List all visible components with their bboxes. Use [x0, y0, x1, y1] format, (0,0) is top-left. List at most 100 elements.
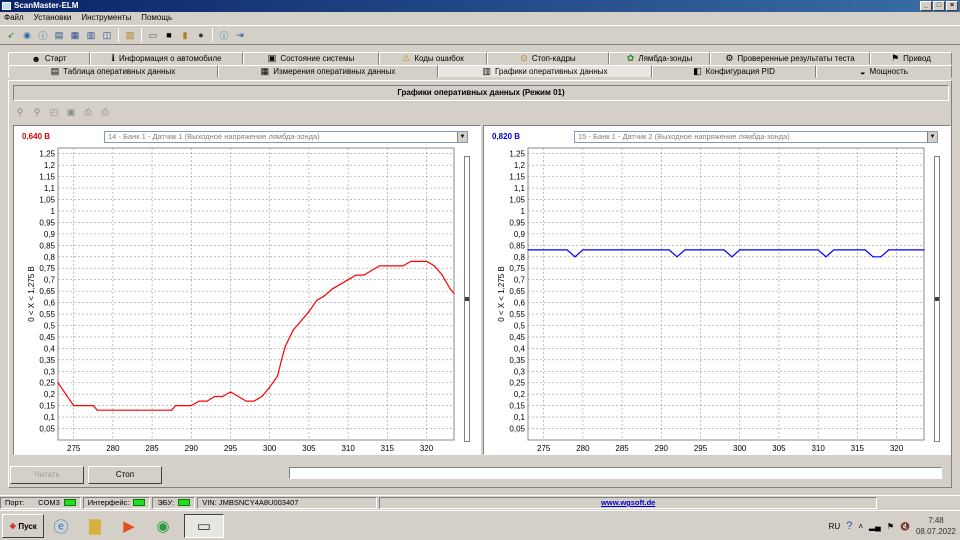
battery-icon[interactable]: ▮	[178, 28, 192, 42]
y-tick-label: 0,45	[509, 333, 525, 342]
close-button[interactable]: ×	[946, 1, 958, 11]
chat-icon[interactable]: ▭	[146, 28, 160, 42]
start-button[interactable]: ❖ Пуск	[2, 514, 44, 538]
y-tick-label: 0,25	[39, 379, 55, 388]
data-point	[833, 249, 835, 251]
tab-test-results[interactable]: ⚙ Проверенные результаты теста	[710, 52, 870, 65]
stop-button[interactable]: Стоп	[88, 466, 162, 484]
data-point	[316, 299, 318, 301]
scroll-thumb[interactable]	[465, 297, 469, 301]
data-point	[566, 249, 568, 251]
chevron-down-icon[interactable]: ▼	[457, 132, 467, 142]
vehicle-info-icon[interactable]: ⓘ	[36, 28, 50, 42]
tab-label: Мощность	[869, 67, 908, 76]
grid-icon[interactable]: ▦	[68, 28, 82, 42]
menu-tools[interactable]: Инструменты	[81, 12, 131, 24]
tab-drive[interactable]: ⚑ Привод	[870, 52, 952, 65]
tab-system-status[interactable]: ▣ Состояние системы	[243, 52, 379, 65]
x-tick-label: 315	[381, 444, 395, 453]
read-button[interactable]: Читать	[10, 466, 84, 484]
tab-o2-sensors[interactable]: ✿ Лямбда-зонды	[609, 52, 710, 65]
menu-settings[interactable]: Установки	[34, 12, 72, 24]
tab-vehicle-info[interactable]: ℹ Информация о автомобиле	[90, 52, 243, 65]
tab-power[interactable]: ◒ Мощность	[816, 65, 952, 78]
website-link[interactable]: www.wgsoft.de	[601, 498, 655, 507]
tab-label: Лямбда-зонды	[638, 54, 693, 63]
remove-filter-icon[interactable]: ⚲	[30, 105, 44, 119]
tab-live-data-table[interactable]: ▤ Таблица оперативных данных	[8, 65, 218, 78]
scanmaster-taskbar-icon[interactable]: ▭	[184, 514, 224, 538]
media-player-icon[interactable]: ▶	[116, 514, 142, 538]
x-tick-label: 290	[185, 444, 199, 453]
maximize-button[interactable]: □	[933, 1, 945, 11]
clock[interactable]: 7:48 08.07.2022	[916, 515, 956, 537]
warning-icon: ⚠	[402, 53, 411, 63]
language-indicator[interactable]: RU	[829, 522, 841, 531]
y-axis-label: 0 < X < 1,275 В	[27, 266, 36, 322]
data-point	[410, 260, 412, 262]
sensor-select[interactable]: 14 - Банк 1 - Датчик 1 (Выходное напряже…	[104, 131, 468, 143]
x-tick-label: 320	[420, 444, 434, 453]
save-icon[interactable]: ▣	[64, 105, 78, 119]
data-point	[253, 400, 255, 402]
data-point	[92, 405, 94, 407]
data-point	[453, 292, 455, 295]
tab-live-data-graphs[interactable]: ▥ Графики оперативных данных	[438, 65, 652, 78]
interface-label: Интерфейс:	[87, 498, 130, 507]
sensor-select[interactable]: 15 - Банк 1 - Датчик 2 (Выходное напряже…	[574, 131, 938, 143]
vertical-scrollbar[interactable]	[934, 156, 940, 442]
tab-freeze-frames[interactable]: ⊙ Стоп-кадры	[487, 52, 609, 65]
file-explorer-icon[interactable]: ▇	[82, 514, 108, 538]
chrome-icon[interactable]: ◉	[150, 514, 176, 538]
menu-help[interactable]: Помощь	[141, 12, 172, 24]
network-signal-icon[interactable]: ▂▄	[869, 522, 881, 531]
app-icon	[2, 2, 11, 10]
terminal-icon[interactable]: ■	[162, 28, 176, 42]
tabs-bottom-row: ▤ Таблица оперативных данных ▦ Измерения о…	[8, 65, 952, 78]
tab-start[interactable]: ☻ Старт	[8, 52, 90, 65]
tab-error-codes[interactable]: ⚠ Коды ошибок	[379, 52, 487, 65]
about-icon[interactable]: ⓘ	[217, 28, 231, 42]
chevron-down-icon[interactable]: ▼	[927, 132, 937, 142]
tab-label: Проверенные результаты теста	[737, 54, 855, 63]
connect-icon[interactable]: ➶	[4, 28, 18, 42]
print-icon[interactable]: ⎙	[81, 105, 95, 119]
chart-icon[interactable]: ▥	[84, 28, 98, 42]
x-tick-label: 290	[655, 444, 669, 453]
window-icon[interactable]: ◫	[100, 28, 114, 42]
minimize-button[interactable]: _	[920, 1, 932, 11]
print-preview-icon[interactable]: ⎙	[98, 105, 112, 119]
start-icon: ☻	[31, 53, 41, 64]
volume-muted-icon[interactable]: 🔇	[900, 522, 910, 531]
tab-live-data-measure[interactable]: ▦ Измерения оперативных данных	[218, 65, 438, 78]
data-point	[65, 393, 67, 395]
tabs-top-row: ☻ Старт ℹ Информация о автомобиле ▣ Состоян…	[8, 52, 952, 65]
table-icon[interactable]: ▤	[52, 28, 66, 42]
chevron-up-icon[interactable]: ˄	[858, 522, 863, 531]
y-tick-label: 0,15	[39, 402, 55, 411]
internet-explorer-icon[interactable]: ⓔ	[48, 514, 74, 538]
scroll-thumb[interactable]	[935, 297, 939, 301]
vertical-scrollbar[interactable]	[464, 156, 470, 442]
plot-area	[57, 147, 455, 441]
clipboard-icon[interactable]: ▧	[123, 28, 137, 42]
globe-icon[interactable]: ◉	[20, 28, 34, 42]
y-tick-label: 0,2	[514, 390, 526, 399]
add-filter-icon[interactable]: ⚲	[13, 105, 27, 119]
vin-value: VIN: JMBSNCY4A8U003407	[202, 498, 299, 507]
y-tick-label: 0,35	[509, 356, 525, 365]
help-icon[interactable]: ?	[846, 520, 852, 532]
chart-icon: ▥	[482, 66, 492, 76]
y-tick-label: 0,35	[39, 356, 55, 365]
tab-pid-config[interactable]: ◧ Конфигурация PID	[652, 65, 816, 78]
port-label: Порт:	[5, 498, 25, 507]
data-point	[386, 265, 388, 267]
flag-icon[interactable]: ⚑	[887, 522, 894, 531]
open-icon[interactable]: ◰	[47, 105, 61, 119]
menu-file[interactable]: Файл	[4, 12, 24, 24]
y-tick-label: 0,3	[514, 367, 526, 376]
data-point	[402, 265, 404, 267]
data-point	[237, 395, 239, 398]
exit-icon[interactable]: ⇥	[233, 28, 247, 42]
record-icon[interactable]: ●	[194, 28, 208, 42]
